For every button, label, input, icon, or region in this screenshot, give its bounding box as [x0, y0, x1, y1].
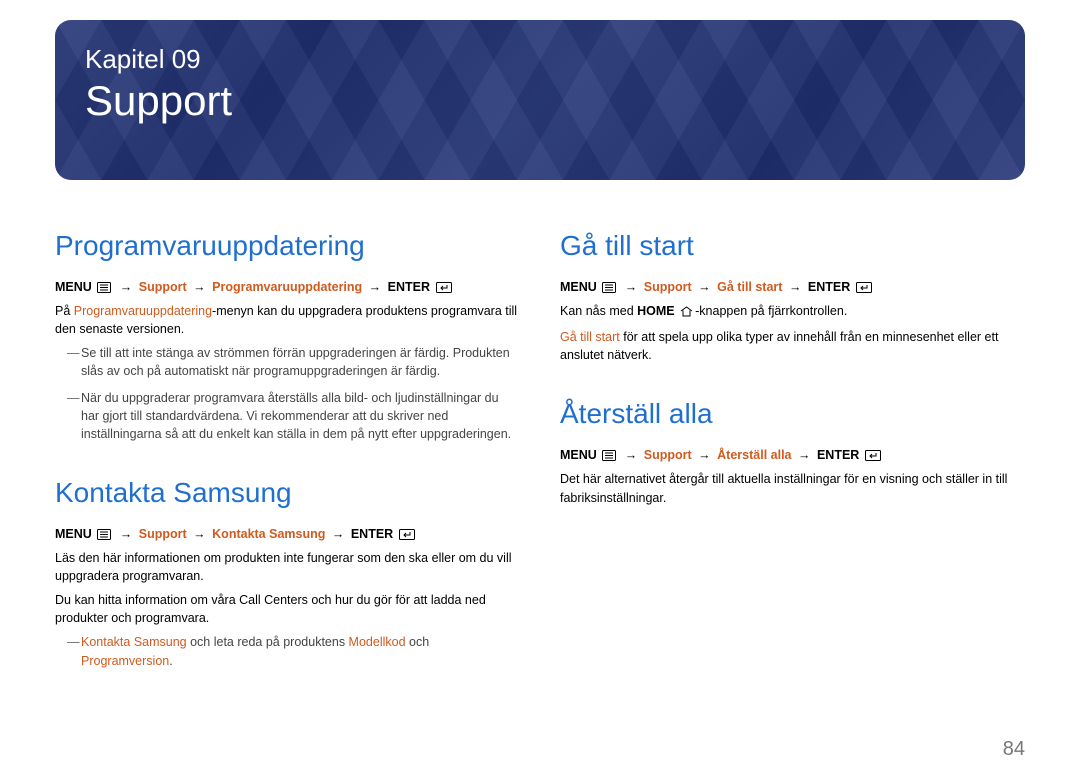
menu-path-aterstall-alla: MENU → Support → Återställ alla → ENTER: [560, 448, 1025, 464]
chapter-label: Kapitel 09: [85, 44, 995, 75]
arrow-icon: →: [698, 280, 711, 294]
highlight-programversion: Programversion: [81, 654, 169, 668]
text: -knappen på fjärrkontrollen.: [695, 304, 847, 318]
path-kontakta-samsung: Kontakta Samsung: [212, 527, 325, 541]
path-support: Support: [644, 448, 692, 462]
arrow-icon: →: [625, 280, 638, 294]
chapter-banner: Kapitel 09 Support: [55, 20, 1025, 180]
note-list: Kontakta Samsung och leta reda på produk…: [67, 633, 520, 669]
menu-path-ga-till-start: MENU → Support → Gå till start → ENTER: [560, 280, 1025, 296]
arrow-icon: →: [120, 527, 133, 541]
menu-label: MENU: [560, 280, 597, 294]
heading-kontakta-samsung: Kontakta Samsung: [55, 477, 520, 509]
note-item: Kontakta Samsung och leta reda på produk…: [67, 633, 520, 669]
arrow-icon: →: [798, 448, 811, 462]
menu-label: MENU: [55, 280, 92, 294]
path-support: Support: [139, 527, 187, 541]
home-icon: [680, 304, 693, 322]
enter-label: ENTER: [808, 280, 850, 294]
arrow-icon: →: [332, 527, 345, 541]
body-text: Du kan hitta information om våra Call Ce…: [55, 591, 520, 627]
enter-icon: [436, 282, 452, 296]
text: På: [55, 304, 74, 318]
enter-label: ENTER: [817, 448, 859, 462]
highlight-ga-till-start: Gå till start: [560, 330, 620, 344]
body-text: Det här alternativet återgår till aktuel…: [560, 470, 1025, 506]
enter-label: ENTER: [388, 280, 430, 294]
arrow-icon: →: [698, 448, 711, 462]
path-programvaruuppdatering: Programvaruuppdatering: [212, 280, 362, 294]
text: för att spela upp olika typer av innehål…: [560, 330, 998, 362]
menu-label: MENU: [55, 527, 92, 541]
text: och: [406, 635, 430, 649]
path-aterstall-alla: Återställ alla: [717, 448, 791, 462]
text: och leta reda på produktens: [187, 635, 349, 649]
arrow-icon: →: [120, 280, 133, 294]
menu-icon: [97, 282, 111, 296]
menu-path-programvaruuppdatering: MENU → Support → Programvaruuppdatering …: [55, 280, 520, 296]
menu-label: MENU: [560, 448, 597, 462]
enter-icon: [856, 282, 872, 296]
left-column: Programvaruuppdatering MENU → Support → …: [55, 230, 520, 678]
note-item: När du uppgraderar programvara återställ…: [67, 389, 520, 443]
menu-icon: [602, 282, 616, 296]
text: Kan nås med: [560, 304, 637, 318]
chapter-title: Support: [85, 77, 995, 125]
arrow-icon: →: [369, 280, 382, 294]
highlight-programvaruuppdatering: Programvaruuppdatering: [74, 304, 212, 318]
note-list: Se till att inte stänga av strömmen förr…: [67, 344, 520, 443]
menu-icon: [97, 529, 111, 543]
heading-programvaruuppdatering: Programvaruuppdatering: [55, 230, 520, 262]
manual-page: Kapitel 09 Support Programvaruuppdaterin…: [0, 20, 1080, 783]
highlight-kontakta-samsung: Kontakta Samsung: [81, 635, 187, 649]
text: .: [169, 654, 172, 668]
note-item: Se till att inte stänga av strömmen förr…: [67, 344, 520, 380]
menu-path-kontakta-samsung: MENU → Support → Kontakta Samsung → ENTE…: [55, 527, 520, 543]
body-text: Läs den här informationen om produkten i…: [55, 549, 520, 585]
highlight-modellkod: Modellkod: [349, 635, 406, 649]
home-label: HOME: [637, 304, 675, 318]
heading-ga-till-start: Gå till start: [560, 230, 1025, 262]
enter-label: ENTER: [351, 527, 393, 541]
arrow-icon: →: [789, 280, 802, 294]
body-text: Gå till start för att spela upp olika ty…: [560, 328, 1025, 364]
arrow-icon: →: [625, 448, 638, 462]
body-text: Kan nås med HOME -knappen på fjärrkontro…: [560, 302, 1025, 322]
page-number: 84: [1003, 738, 1025, 761]
arrow-icon: →: [193, 280, 206, 294]
right-column: Gå till start MENU → Support → Gå till s…: [560, 230, 1025, 678]
path-ga-till-start: Gå till start: [717, 280, 782, 294]
enter-icon: [399, 529, 415, 543]
path-support: Support: [139, 280, 187, 294]
body-text: På Programvaruuppdatering-menyn kan du u…: [55, 302, 520, 338]
content-columns: Programvaruuppdatering MENU → Support → …: [55, 230, 1025, 678]
menu-icon: [602, 450, 616, 464]
path-support: Support: [644, 280, 692, 294]
enter-icon: [865, 450, 881, 464]
arrow-icon: →: [193, 527, 206, 541]
heading-aterstall-alla: Återställ alla: [560, 398, 1025, 430]
